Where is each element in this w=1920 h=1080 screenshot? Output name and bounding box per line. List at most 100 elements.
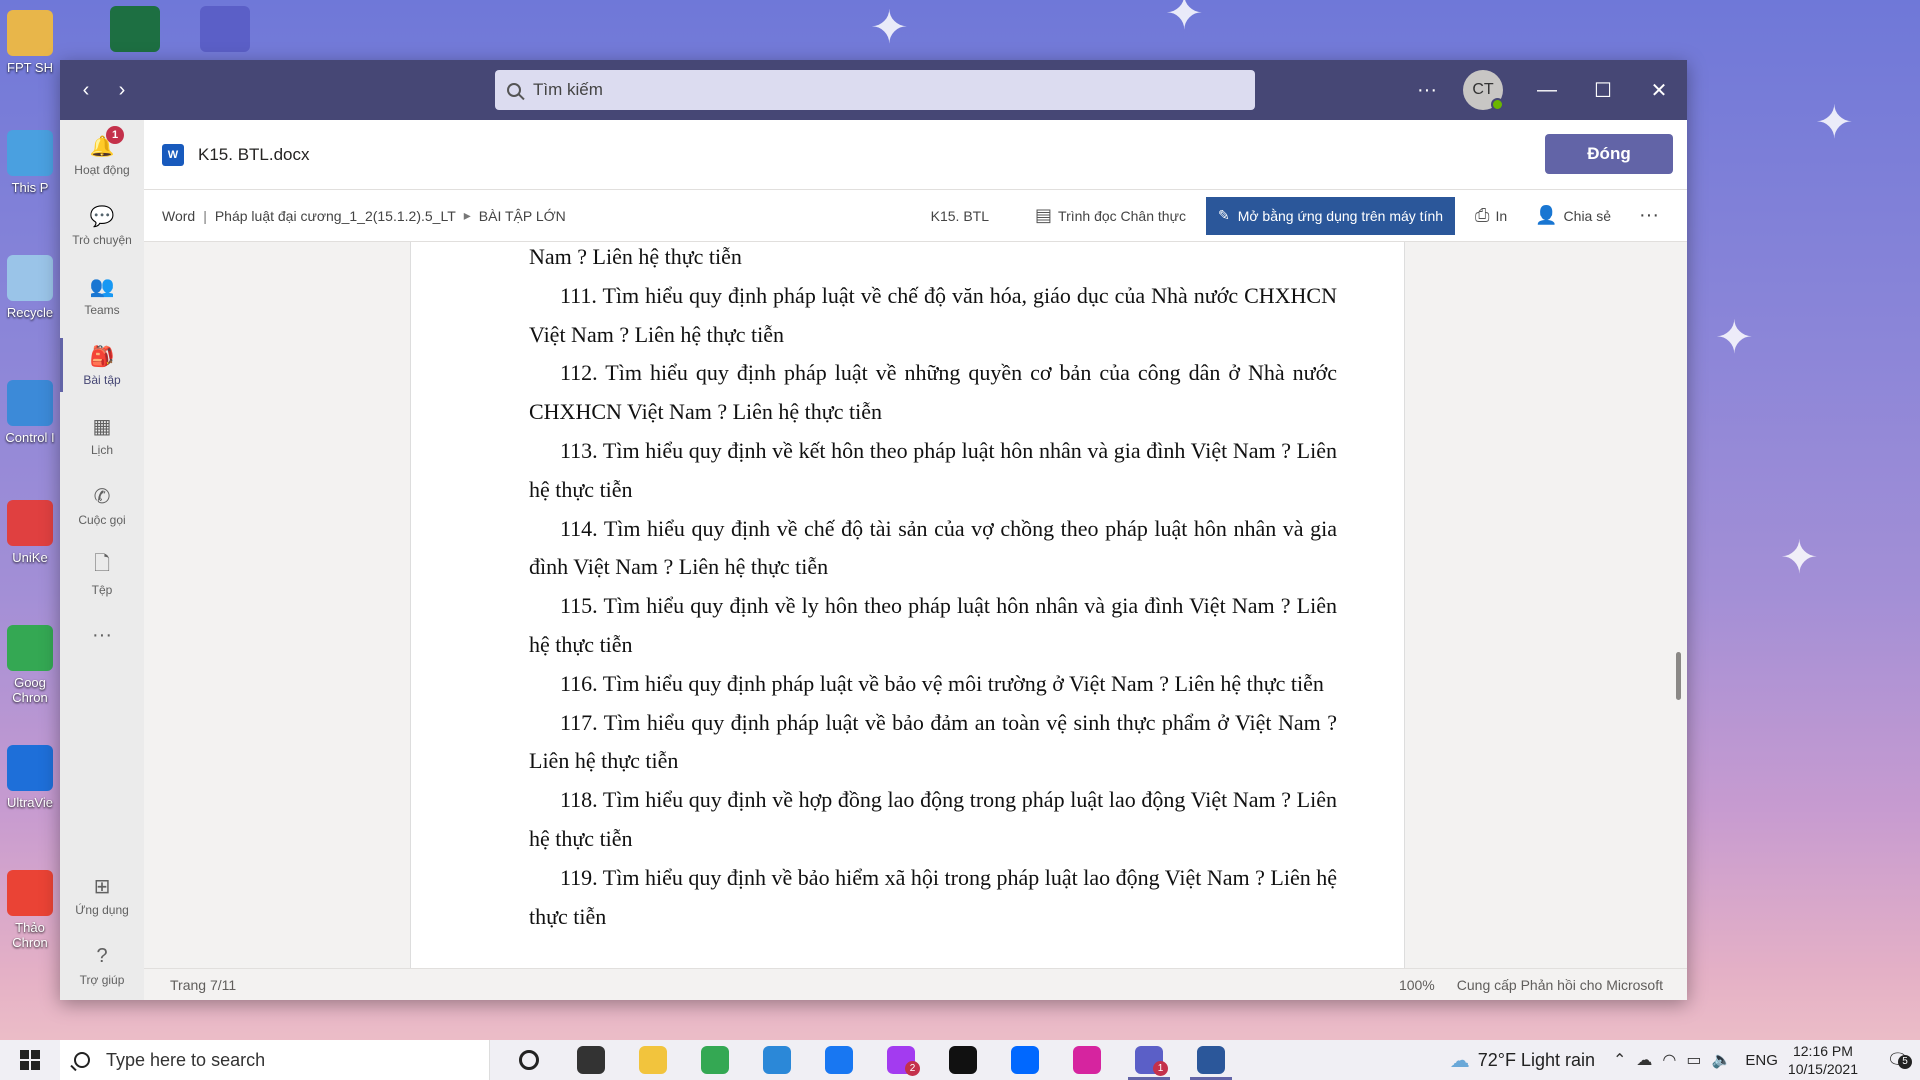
- taskbar-app[interactable]: 1: [1118, 1040, 1180, 1080]
- calendar-icon: ▦: [92, 415, 112, 438]
- document-paragraph: 118. Tìm hiểu quy định về hợp đồng lao đ…: [529, 787, 1337, 851]
- teams-icon: 👥: [89, 275, 115, 298]
- search-placeholder: Tìm kiếm: [533, 80, 603, 99]
- taskbar-search-placeholder: Type here to search: [106, 1049, 266, 1070]
- back-button[interactable]: ‹: [68, 79, 104, 102]
- open-in-desktop-button[interactable]: ✎ Mở bằng ứng dụng trên máy tính: [1205, 196, 1456, 235]
- weather-widget[interactable]: ☁ 72°F Light rain: [1450, 1048, 1595, 1073]
- immersive-reader-button[interactable]: ▤ Trình đọc Chân thực: [1021, 197, 1200, 235]
- avatar[interactable]: CT: [1463, 70, 1504, 111]
- desktop-shortcut[interactable]: UltraVie: [0, 745, 60, 810]
- print-button[interactable]: ⎙ In: [1461, 197, 1521, 235]
- taskbar-app[interactable]: [1056, 1040, 1118, 1080]
- scrollbar-thumb[interactable]: [1676, 652, 1681, 700]
- excel-icon[interactable]: [110, 6, 160, 52]
- wifi-icon[interactable]: ◠: [1662, 1050, 1676, 1070]
- shortcut-label: UltraVie: [6, 795, 53, 810]
- desktop-shortcut[interactable]: Recycle: [0, 255, 60, 320]
- zoom-level[interactable]: 100%: [1399, 977, 1435, 993]
- notification-count: 5: [1898, 1054, 1912, 1069]
- onedrive-icon[interactable]: ☁: [1636, 1050, 1652, 1070]
- taskbar-app[interactable]: 2: [870, 1040, 932, 1080]
- more-apps-button[interactable]: ···: [60, 610, 144, 660]
- close-window-button[interactable]: ✕: [1631, 78, 1687, 103]
- taskbar-app[interactable]: [560, 1040, 622, 1080]
- clock[interactable]: 12:16 PM 10/15/2021: [1788, 1042, 1858, 1078]
- document-viewer[interactable]: Nam ? Liên hệ thực tiễn 111. Tìm hiểu quy…: [144, 242, 1687, 968]
- taskbar-badge: 1: [1153, 1061, 1168, 1076]
- word-icon: [1197, 1046, 1225, 1074]
- apps-icon: ⊞: [93, 875, 111, 898]
- tray-icons: ⌃ ☁ ◠ ▭ 🔈: [1613, 1050, 1731, 1070]
- volume-icon[interactable]: 🔈: [1711, 1050, 1731, 1070]
- chevron-up-icon[interactable]: ⌃: [1613, 1050, 1626, 1070]
- document-paragraph: 117. Tìm hiểu quy định pháp luật về bảo …: [529, 709, 1337, 774]
- taskbar-app[interactable]: [808, 1040, 870, 1080]
- word-file-icon: W: [162, 143, 184, 166]
- rail-item-teams[interactable]: 👥 Teams: [60, 260, 144, 330]
- desktop-shortcut[interactable]: Thảo Chron: [0, 870, 60, 950]
- rail-item-phone[interactable]: ✆ Cuộc gọi: [60, 470, 144, 540]
- taskbar-app[interactable]: [684, 1040, 746, 1080]
- taskbar-app[interactable]: [622, 1040, 684, 1080]
- more-options-button[interactable]: ···: [1399, 79, 1455, 102]
- rail-item-apps[interactable]: ⊞ Ứng dụng: [60, 860, 144, 930]
- shortcut-icon: [7, 745, 53, 791]
- maximize-button[interactable]: ☐: [1575, 78, 1631, 103]
- open-in-desktop-label: Mở bằng ứng dụng trên máy tính: [1237, 207, 1444, 224]
- rail-item-calendar[interactable]: ▦ Lịch: [60, 400, 144, 470]
- close-file-button[interactable]: Đóng: [1545, 134, 1673, 174]
- title-bar-controls: ··· CT — ☐ ✕: [1399, 60, 1687, 120]
- shortcut-label: FPT SH: [7, 60, 53, 75]
- minimize-button[interactable]: —: [1519, 79, 1575, 102]
- zalo-icon: [1011, 1046, 1039, 1074]
- rail-item-bell[interactable]: 🔔 Hoạt động 1: [60, 120, 144, 190]
- star-decoration: ✦: [870, 0, 909, 54]
- breadcrumb-chevron-icon: ▸: [463, 207, 471, 223]
- taskbar-search-input[interactable]: Type here to search: [60, 1040, 490, 1080]
- desktop-shortcut[interactable]: This P: [0, 130, 60, 195]
- page-indicator: Trang 7/11: [170, 976, 237, 993]
- start-button[interactable]: [0, 1040, 60, 1080]
- battery-icon[interactable]: ▭: [1686, 1050, 1701, 1070]
- desktop-shortcut[interactable]: UniKe: [0, 500, 60, 565]
- rail-item-label: Trò chuyện: [72, 233, 132, 247]
- desktop-shortcut[interactable]: FPT SH: [0, 10, 60, 75]
- assignments-icon: 🎒: [89, 345, 115, 368]
- rail-item-help[interactable]: ? Trợ giúp: [60, 930, 144, 1000]
- clock-date: 10/15/2021: [1787, 1061, 1858, 1077]
- star-decoration: ✦: [1165, 0, 1204, 40]
- shortcut-icon: [7, 500, 53, 546]
- share-button[interactable]: 👤 Chia sẻ: [1521, 197, 1625, 235]
- forward-button[interactable]: ›: [104, 79, 140, 102]
- reader-icon: ▤: [1035, 205, 1053, 225]
- breadcrumb-course[interactable]: Pháp luật đại cương_1_2(15.1.2).5_LT: [215, 208, 456, 224]
- rail-item-assignments[interactable]: 🎒 Bài tập: [60, 330, 144, 400]
- command-bar: Word | Pháp luật đại cương_1_2(15.1.2).5…: [144, 190, 1687, 242]
- document-paragraph: 112. Tìm hiểu quy định pháp luật về nhữn…: [529, 360, 1337, 425]
- language-indicator[interactable]: ENG: [1745, 1052, 1778, 1069]
- weather-text: 72°F Light rain: [1477, 1049, 1595, 1070]
- taskbar-app[interactable]: [932, 1040, 994, 1080]
- taskbar-app[interactable]: [1180, 1040, 1242, 1080]
- rail-item-chat[interactable]: 💬 Trò chuyện: [60, 190, 144, 260]
- breadcrumb-word[interactable]: Word: [162, 208, 195, 224]
- document-text: Nam ? Liên hệ thực tiễn 111. Tìm hiểu quy…: [529, 242, 1337, 936]
- notification-center-button[interactable]: 🗨 5: [1876, 1050, 1920, 1071]
- rail-item-label: Lịch: [90, 443, 113, 457]
- taskbar-app[interactable]: [746, 1040, 808, 1080]
- feedback-link[interactable]: Cung cấp Phản hồi cho Microsoft: [1457, 977, 1663, 993]
- taskbar-app[interactable]: [994, 1040, 1056, 1080]
- search-input[interactable]: Tìm kiếm: [495, 70, 1255, 110]
- shortcut-label: Recycle: [6, 305, 54, 320]
- teams-desktop-icon[interactable]: [200, 6, 250, 52]
- desktop-shortcut[interactable]: Control I: [0, 380, 60, 445]
- more-commands-button[interactable]: ···: [1625, 197, 1673, 235]
- app-rail: 🔔 Hoạt động 1 💬 Trò chuyện 👥 Teams 🎒 Bài tập ▦ Lịc…: [60, 120, 144, 1000]
- breadcrumb-folder[interactable]: BÀI TẬP LỚN: [479, 208, 566, 224]
- doc-title[interactable]: K15. BTL: [917, 197, 1003, 235]
- desktop-shortcut[interactable]: Goog Chron: [0, 625, 60, 705]
- rail-item-file[interactable]: 🗋 Tệp: [60, 540, 144, 610]
- star-decoration: ✦: [1780, 530, 1819, 584]
- taskbar-app[interactable]: [498, 1040, 560, 1080]
